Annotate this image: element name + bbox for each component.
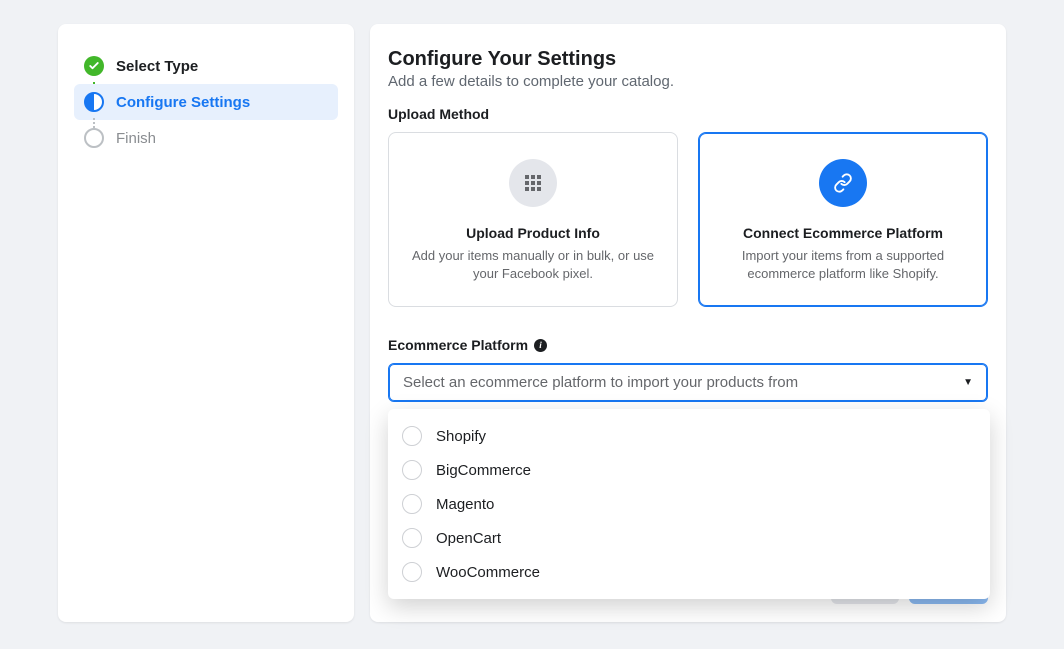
radio-icon bbox=[402, 460, 422, 480]
empty-circle-icon bbox=[84, 128, 104, 148]
upload-method-label: Upload Method bbox=[388, 106, 988, 122]
option-label: BigCommerce bbox=[436, 462, 531, 479]
radio-icon bbox=[402, 562, 422, 582]
main-panel: Configure Your Settings Add a few detail… bbox=[370, 24, 1006, 622]
card-title: Connect Ecommerce Platform bbox=[715, 225, 971, 241]
step-label: Configure Settings bbox=[116, 94, 250, 111]
card-desc: Import your items from a supported ecomm… bbox=[715, 247, 971, 282]
option-label: WooCommerce bbox=[436, 564, 540, 581]
step-select-type[interactable]: Select Type bbox=[74, 48, 338, 84]
card-upload-product-info[interactable]: Upload Product Info Add your items manua… bbox=[388, 132, 678, 307]
info-icon[interactable]: i bbox=[534, 339, 547, 352]
page-subtitle: Add a few details to complete your catal… bbox=[388, 73, 988, 90]
card-title: Upload Product Info bbox=[405, 225, 661, 241]
option-opencart[interactable]: OpenCart bbox=[388, 521, 990, 555]
check-icon bbox=[84, 56, 104, 76]
radio-icon bbox=[402, 426, 422, 446]
platform-select[interactable]: Select an ecommerce platform to import y… bbox=[388, 363, 988, 402]
card-connect-ecommerce[interactable]: Connect Ecommerce Platform Import your i… bbox=[698, 132, 988, 307]
card-desc: Add your items manually or in bulk, or u… bbox=[405, 247, 661, 282]
option-magento[interactable]: Magento bbox=[388, 487, 990, 521]
step-configure-settings[interactable]: Configure Settings bbox=[74, 84, 338, 120]
upload-method-cards: Upload Product Info Add your items manua… bbox=[388, 132, 988, 307]
step-finish[interactable]: Finish bbox=[74, 120, 338, 156]
ecommerce-platform-label: Ecommerce Platform i bbox=[388, 337, 988, 353]
option-label: Magento bbox=[436, 496, 494, 513]
link-icon bbox=[819, 159, 867, 207]
grid-icon bbox=[509, 159, 557, 207]
platform-dropdown: Shopify BigCommerce Magento OpenCart Woo… bbox=[388, 409, 990, 599]
radio-icon bbox=[402, 528, 422, 548]
ecommerce-platform-label-text: Ecommerce Platform bbox=[388, 337, 528, 353]
platform-select-wrap: Select an ecommerce platform to import y… bbox=[388, 363, 988, 402]
chevron-down-icon: ▼ bbox=[963, 377, 973, 388]
half-circle-icon bbox=[84, 92, 104, 112]
step-label: Select Type bbox=[116, 58, 198, 75]
option-woocommerce[interactable]: WooCommerce bbox=[388, 555, 990, 589]
option-shopify[interactable]: Shopify bbox=[388, 419, 990, 453]
option-label: Shopify bbox=[436, 428, 486, 445]
page-title: Configure Your Settings bbox=[388, 48, 988, 71]
step-label: Finish bbox=[116, 130, 156, 147]
radio-icon bbox=[402, 494, 422, 514]
wizard-sidebar: Select Type Configure Settings Finish bbox=[58, 24, 354, 622]
option-bigcommerce[interactable]: BigCommerce bbox=[388, 453, 990, 487]
platform-select-placeholder: Select an ecommerce platform to import y… bbox=[403, 374, 798, 391]
option-label: OpenCart bbox=[436, 530, 501, 547]
